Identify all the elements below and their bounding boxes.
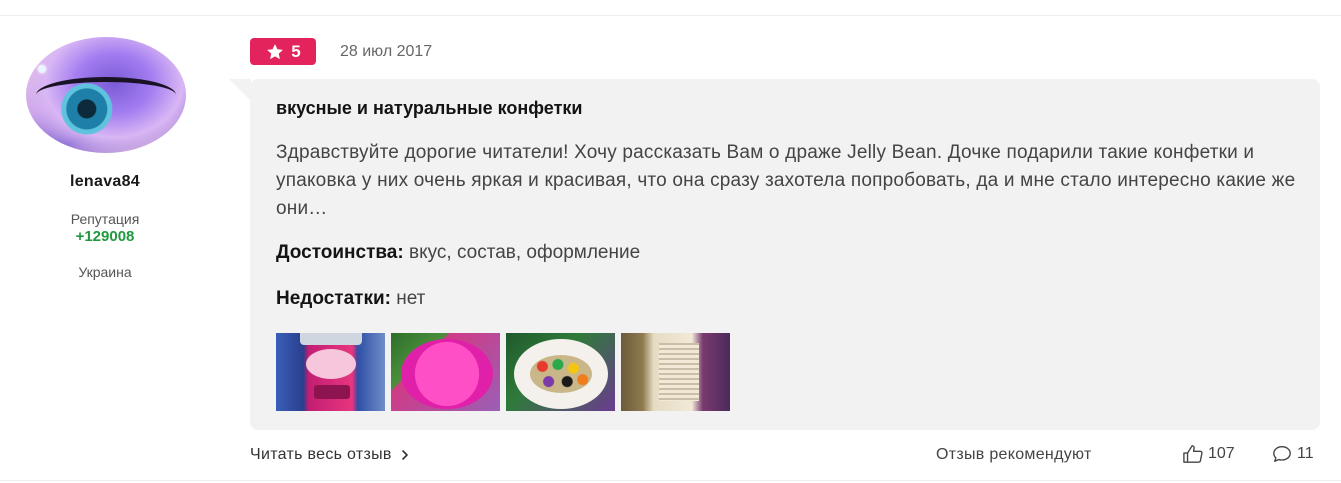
- author-name[interactable]: lenava84: [0, 173, 210, 191]
- like-button[interactable]: 107: [1182, 444, 1235, 464]
- chevron-right-icon: [401, 450, 408, 460]
- review-title[interactable]: вкусные и натуральные конфетки: [276, 98, 582, 119]
- read-more-label: Читать весь отзыв: [250, 446, 392, 463]
- review-photo-thumbnail[interactable]: [621, 333, 730, 411]
- review-pros: Достоинства: вкус, состав, оформление: [276, 242, 640, 264]
- photo-detail: [300, 333, 362, 345]
- review-date: 28 июл 2017: [340, 43, 433, 60]
- reputation-label: Репутация: [70, 211, 140, 227]
- photo-detail: [401, 339, 493, 409]
- avatar[interactable]: [26, 37, 186, 153]
- photo-detail: [306, 349, 356, 379]
- author-country: Украина: [78, 264, 132, 280]
- star-icon: [267, 43, 284, 59]
- photo-detail: [314, 385, 350, 399]
- rating-value: 5: [291, 41, 301, 61]
- pros-value: вкус, состав, оформление: [408, 242, 641, 263]
- comments-count: 11: [1297, 445, 1314, 462]
- review-photo-thumbnail[interactable]: [391, 333, 500, 411]
- comment-icon: [1273, 446, 1291, 462]
- likes-count: 107: [1208, 445, 1235, 462]
- reputation-value: +129008: [75, 228, 135, 245]
- review-photos: [276, 333, 730, 411]
- avatar-gem-decoration: [38, 65, 46, 73]
- cons-label: Недостатки:: [276, 288, 391, 309]
- bottom-divider: [0, 480, 1341, 481]
- pros-label: Достоинства:: [276, 242, 404, 263]
- comments-button[interactable]: 11: [1271, 444, 1314, 464]
- cons-value: нет: [396, 288, 426, 309]
- review-photo-thumbnail[interactable]: [276, 333, 385, 411]
- avatar-eyelash-decoration: [36, 77, 176, 113]
- photo-detail: [530, 355, 592, 393]
- review-photo-thumbnail[interactable]: [506, 333, 615, 411]
- author-panel: lenava84 Репутация +129008 Украина: [0, 0, 210, 483]
- review-text: Здравствуйте дорогие читатели! Хочу расс…: [276, 142, 1296, 219]
- card-tail: [229, 79, 251, 101]
- recommend-label: Отзыв рекомендуют: [936, 446, 1092, 463]
- photo-detail: [659, 343, 699, 401]
- rating-badge: 5: [250, 38, 316, 65]
- review-cons: Недостатки: нет: [276, 288, 425, 310]
- read-full-review-link[interactable]: Читать весь отзыв: [250, 446, 410, 464]
- thumbs-up-icon: [1183, 445, 1203, 463]
